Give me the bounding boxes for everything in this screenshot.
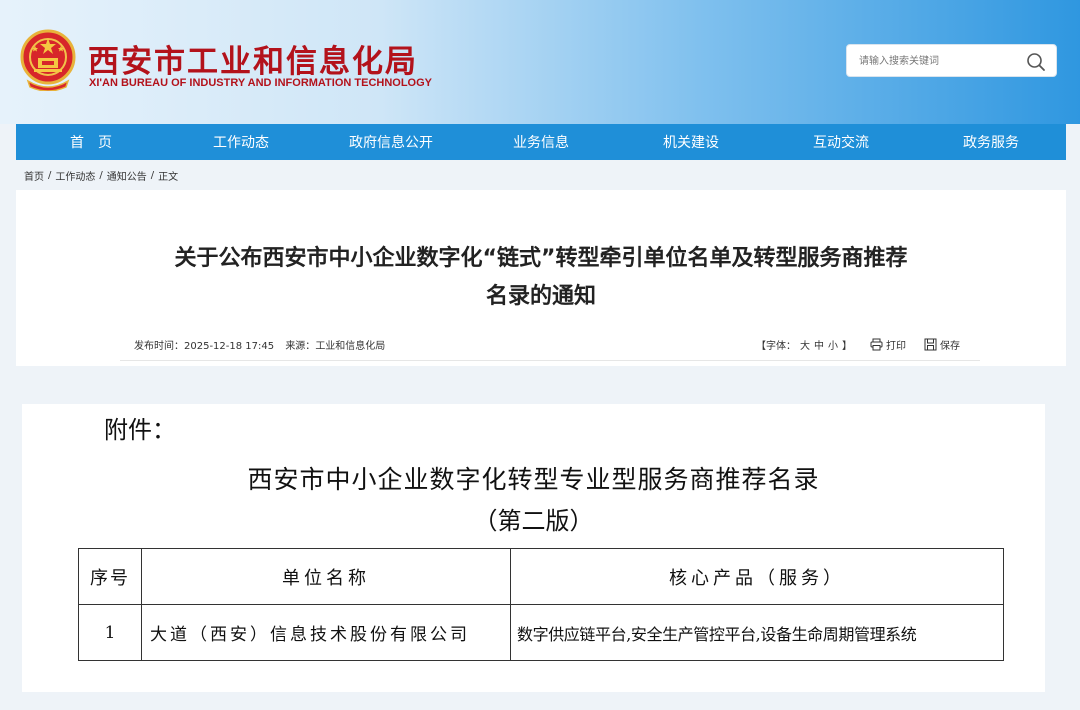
publish-time-value: 2025-12-18 17:45: [184, 341, 275, 352]
search-icon[interactable]: [1025, 51, 1047, 73]
publish-time: 发布时间：2025-12-18 17:45: [134, 341, 274, 352]
breadcrumb-work-news[interactable]: 工作动态: [55, 168, 95, 183]
breadcrumb-notices[interactable]: 通知公告: [107, 168, 147, 183]
header-seq: 序号: [78, 548, 142, 605]
meta-divider: [120, 360, 980, 361]
site-subtitle: XI'AN BUREAU OF INDUSTRY AND INFORMATION…: [89, 77, 433, 89]
breadcrumb-home[interactable]: 首页: [24, 168, 44, 183]
main-nav: 首 页 工作动态 政府信息公开 业务信息 机关建设 互动交流 政务服务: [16, 124, 1066, 160]
cell-company-name: 大道（西安）信息技术股份有限公司: [141, 604, 511, 661]
article-meta: 发布时间：2025-12-18 17:45 来源：工业和信息化局: [134, 337, 393, 352]
attachment-title: 西安市中小企业数字化转型专业型服务商推荐名录: [247, 465, 820, 494]
nav-item-business-info[interactable]: 业务信息: [466, 124, 616, 160]
printer-icon: [870, 338, 883, 351]
font-medium-button[interactable]: 中: [814, 337, 824, 352]
article-card: 关于公布西安市中小企业数字化“链式”转型牵引单位名单及转型服务商推荐 名录的通知…: [16, 190, 1066, 366]
provider-table: 序号 单位名称 核心产品（服务） 1 大道（西安）信息技术股份有限公司 数字供应…: [78, 548, 1004, 661]
save-button[interactable]: 保存: [924, 337, 960, 352]
publish-label: 发布时间：: [134, 341, 184, 352]
nav-item-gov-info[interactable]: 政府信息公开: [316, 124, 466, 160]
save-icon: [924, 338, 937, 351]
header-product: 核心产品（服务）: [510, 548, 1004, 605]
print-button[interactable]: 打印: [870, 337, 906, 352]
site-title[interactable]: 西安市工业和信息化局: [88, 36, 418, 81]
font-size-selector: 【字体： 大 中 小 】: [756, 337, 852, 352]
national-emblem-icon[interactable]: [20, 29, 76, 91]
article-source: 来源：工业和信息化局: [285, 341, 385, 352]
article-tools: 【字体： 大 中 小 】 打印 保存: [756, 337, 960, 352]
site-header: 西安市工业和信息化局 XI'AN BUREAU OF INDUSTRY AND …: [0, 0, 1080, 124]
search-box: [846, 44, 1057, 77]
search-input[interactable]: [859, 52, 1019, 70]
attachment-label: 附件：: [104, 416, 176, 444]
nav-item-gov-service[interactable]: 政务服务: [916, 124, 1066, 160]
article-title-line-2: 名录的通知: [485, 284, 596, 309]
cell-core-product: 数字供应链平台,安全生产管控平台,设备生命周期管理系统: [510, 604, 1004, 661]
font-small-button[interactable]: 小: [828, 337, 838, 352]
article-title-line-1: 关于公布西安市中小企业数字化“链式”转型牵引单位名单及转型服务商推荐: [174, 246, 908, 271]
breadcrumb-current: 正文: [158, 171, 179, 183]
article-title: 关于公布西安市中小企业数字化“链式”转型牵引单位名单及转型服务商推荐 名录的通知: [86, 240, 996, 316]
breadcrumb-separator: /: [150, 169, 155, 181]
breadcrumb-separator: /: [99, 169, 103, 181]
cell-seq: 1: [78, 604, 142, 661]
nav-item-interaction[interactable]: 互动交流: [766, 124, 916, 160]
table-header-row: 序号 单位名称 核心产品（服务）: [78, 548, 1004, 605]
attachment-subtitle: （第二版）: [473, 507, 594, 535]
print-label: 打印: [886, 341, 906, 352]
nav-item-work-news[interactable]: 工作动态: [166, 124, 316, 160]
font-size-suffix: 】: [842, 341, 852, 352]
nav-item-organ-building[interactable]: 机关建设: [616, 124, 766, 160]
table-row: 1 大道（西安）信息技术股份有限公司 数字供应链平台,安全生产管控平台,设备生命…: [78, 604, 1004, 661]
header-name: 单位名称: [141, 548, 511, 605]
source-label: 来源：: [285, 341, 316, 352]
attachment-document: 附件： 西安市中小企业数字化转型专业型服务商推荐名录 （第二版） 序号 单位名称…: [22, 404, 1045, 692]
nav-item-home[interactable]: 首 页: [16, 124, 166, 160]
save-label: 保存: [940, 341, 960, 352]
breadcrumb: 首页 / 工作动态 / 通知公告 / 正文: [24, 168, 179, 183]
font-large-button[interactable]: 大: [800, 337, 810, 352]
breadcrumb-separator: /: [48, 169, 52, 181]
source-value: 工业和信息化局: [315, 341, 386, 352]
font-size-prefix: 【字体：: [756, 341, 796, 352]
